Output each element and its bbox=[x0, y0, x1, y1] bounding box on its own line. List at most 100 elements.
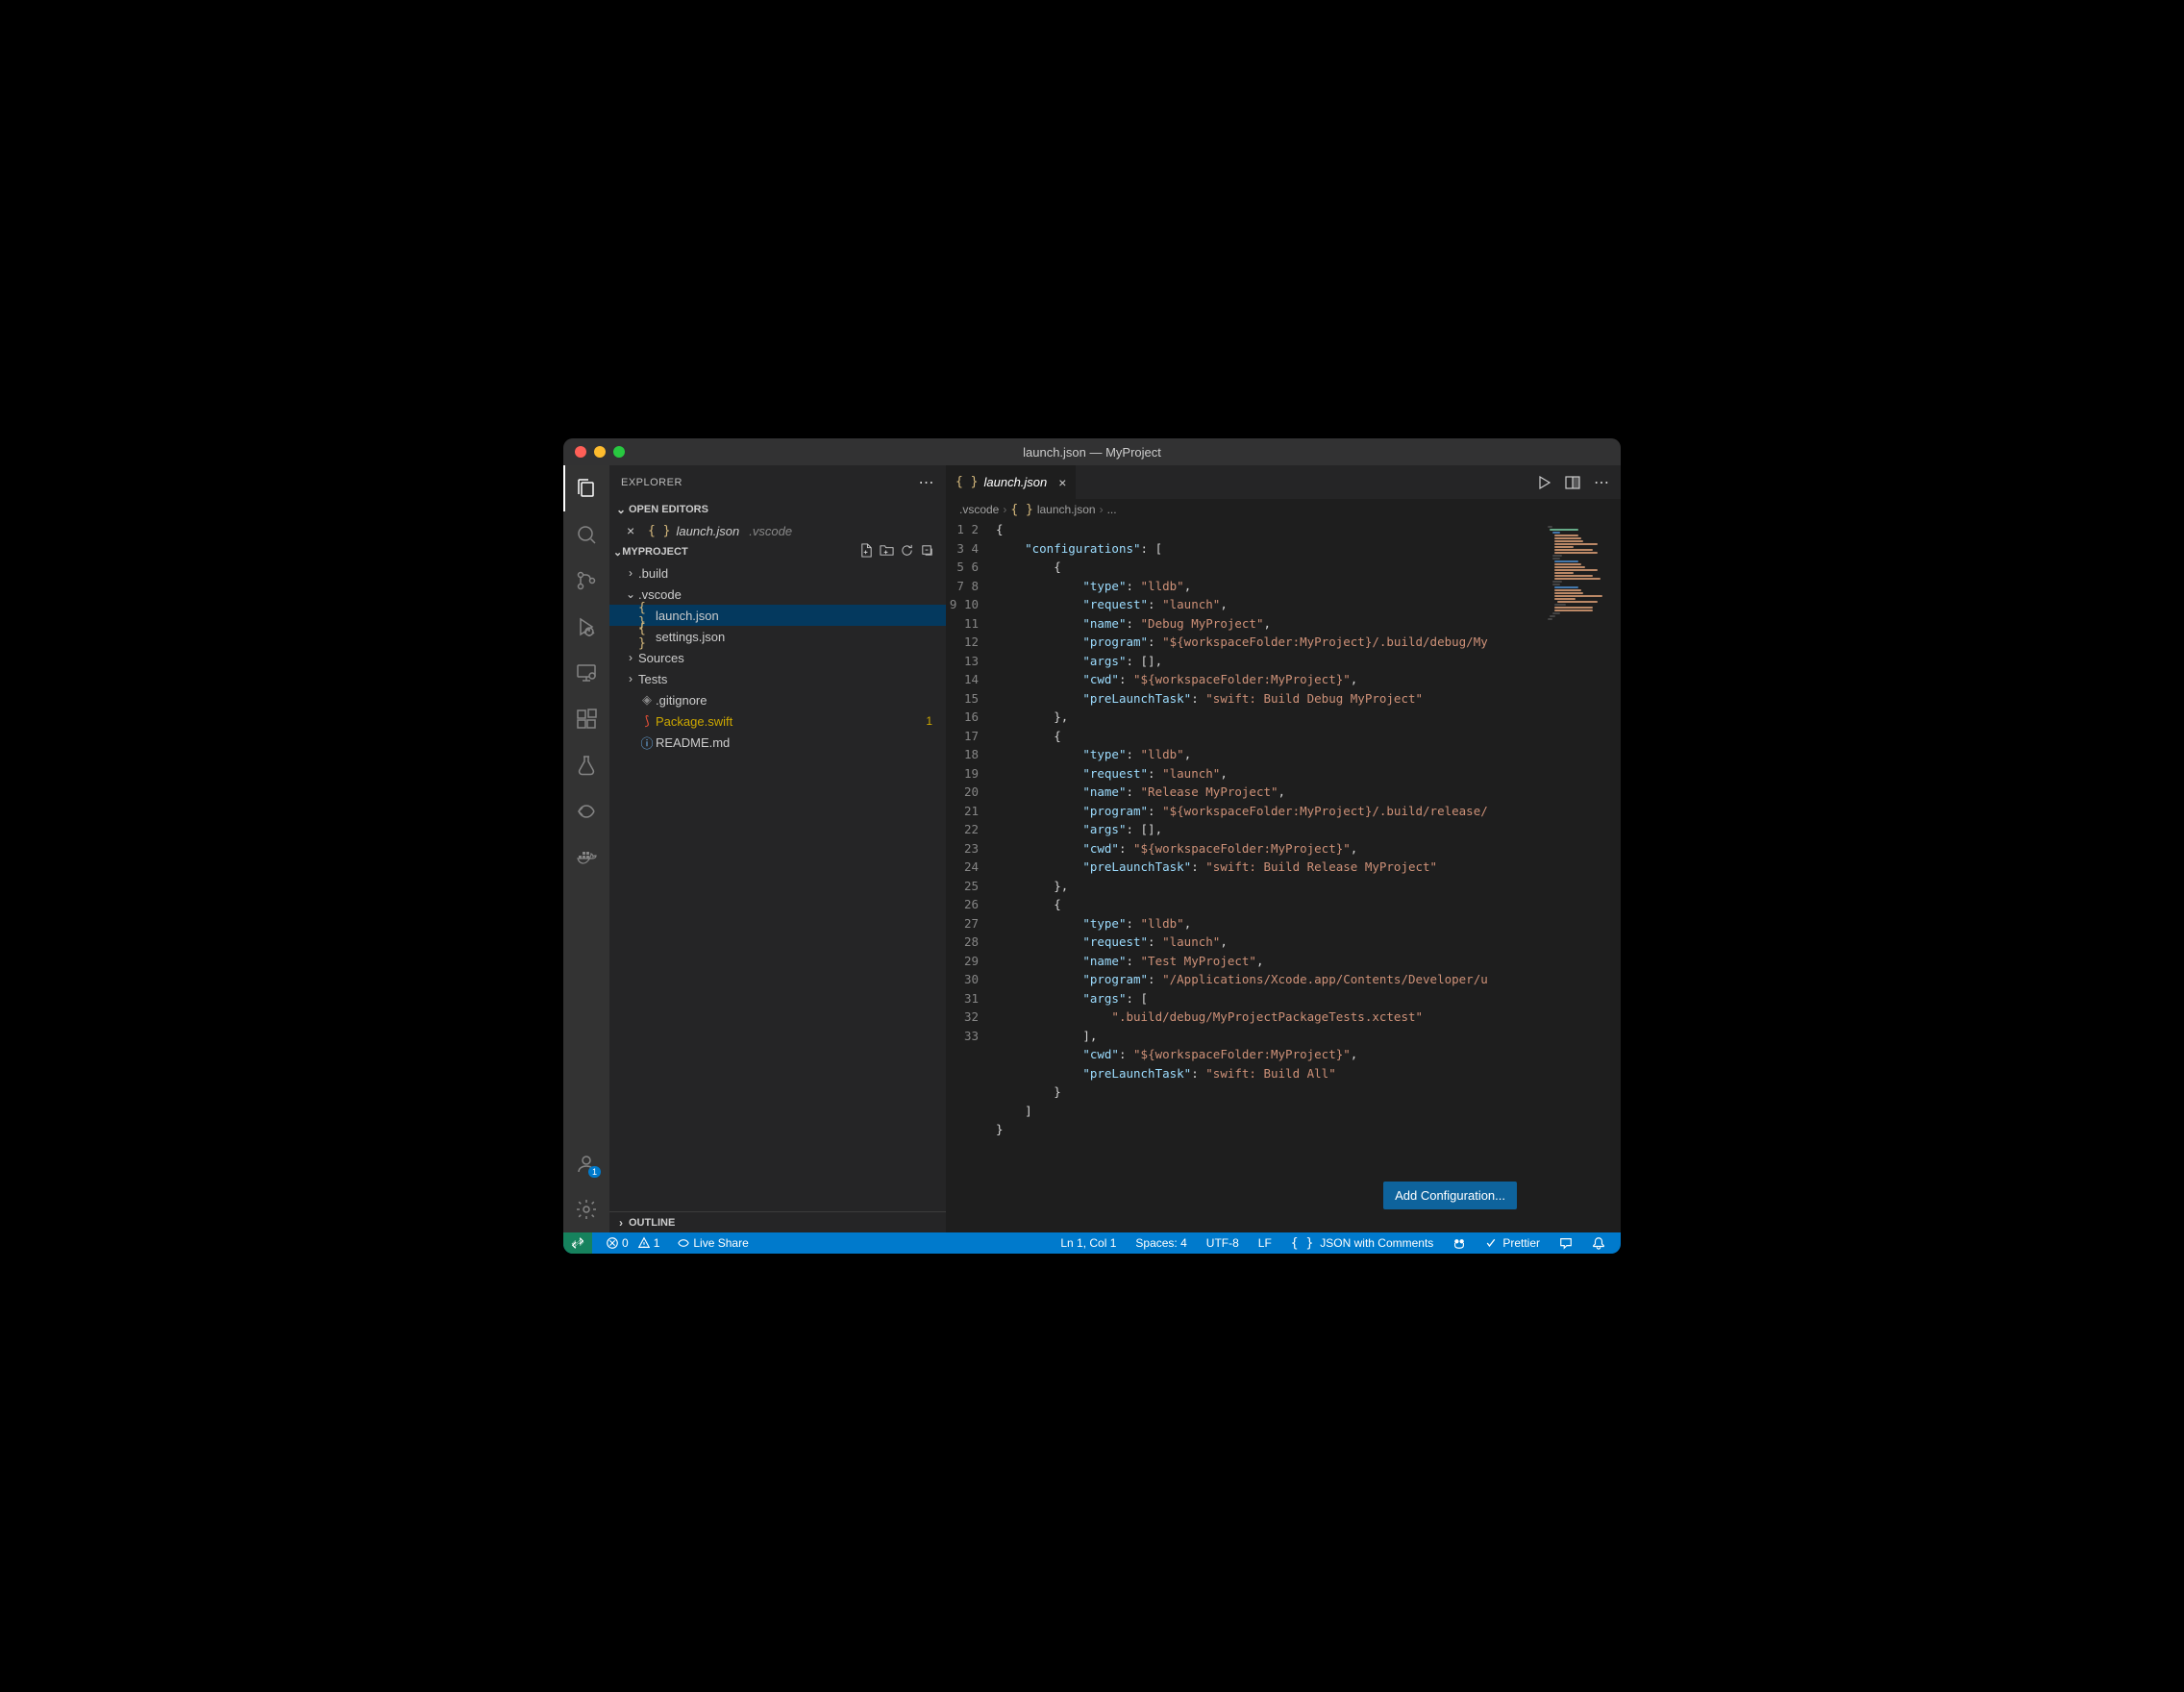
outline-section[interactable]: › OUTLINE bbox=[609, 1211, 946, 1232]
settings-gear-icon[interactable] bbox=[563, 1186, 609, 1232]
tree-label: Sources bbox=[638, 651, 684, 665]
remote-explorer-icon[interactable] bbox=[563, 650, 609, 696]
breadcrumb-folder[interactable]: .vscode bbox=[959, 503, 999, 516]
tree-label: Package.swift bbox=[656, 714, 732, 729]
testing-icon[interactable] bbox=[563, 742, 609, 788]
file-tree: › .build ⌄ .vscode { } launch.json { } s… bbox=[609, 562, 946, 753]
new-folder-icon[interactable] bbox=[880, 543, 894, 560]
run-icon[interactable] bbox=[1536, 475, 1551, 490]
json-file-icon: { } bbox=[648, 524, 670, 538]
chevron-down-icon: ⌄ bbox=[623, 587, 638, 601]
source-control-icon[interactable] bbox=[563, 558, 609, 604]
editor-area: { } launch.json × ⋯ .vscode › { } launch… bbox=[946, 465, 1621, 1232]
sidebar: EXPLORER ⋯ ⌄ OPEN EDITORS × { } launch.j… bbox=[609, 465, 946, 1232]
open-editor-item[interactable]: × { } launch.json .vscode bbox=[609, 520, 946, 541]
breadcrumb-more[interactable]: ... bbox=[1107, 503, 1117, 516]
vscode-window: launch.json — MyProject bbox=[563, 438, 1621, 1254]
live-share-label: Live Share bbox=[693, 1236, 748, 1250]
tree-file-gitignore[interactable]: ◈ .gitignore bbox=[609, 689, 946, 710]
tree-file-readme[interactable]: ⓘ README.md bbox=[609, 732, 946, 753]
close-icon[interactable]: × bbox=[1058, 475, 1066, 490]
chevron-right-icon: › bbox=[613, 1216, 629, 1230]
tree-label: settings.json bbox=[656, 630, 725, 644]
explorer-icon[interactable] bbox=[563, 465, 609, 511]
tree-folder-vscode[interactable]: ⌄ .vscode bbox=[609, 584, 946, 605]
close-window-button[interactable] bbox=[575, 446, 586, 458]
breadcrumb-file[interactable]: launch.json bbox=[1037, 503, 1096, 516]
breadcrumb[interactable]: .vscode › { } launch.json › ... bbox=[946, 499, 1621, 520]
split-editor-icon[interactable] bbox=[1565, 475, 1580, 490]
new-file-icon[interactable] bbox=[859, 543, 874, 560]
eol[interactable]: LF bbox=[1254, 1236, 1276, 1250]
activity-bar-bottom: 1 bbox=[563, 1140, 609, 1232]
open-editors-section[interactable]: ⌄ OPEN EDITORS bbox=[609, 499, 946, 520]
status-bar-left: 0 1 Live Share bbox=[563, 1232, 753, 1254]
search-icon[interactable] bbox=[563, 511, 609, 558]
maximize-window-button[interactable] bbox=[613, 446, 625, 458]
cursor-position[interactable]: Ln 1, Col 1 bbox=[1056, 1236, 1120, 1250]
tree-folder-build[interactable]: › .build bbox=[609, 562, 946, 584]
sidebar-title: EXPLORER bbox=[621, 477, 682, 488]
status-bar-right: Ln 1, Col 1 Spaces: 4 UTF-8 LF { } JSON … bbox=[1056, 1236, 1621, 1251]
modification-badge: 1 bbox=[926, 714, 946, 728]
editor-tab[interactable]: { } launch.json × bbox=[946, 465, 1077, 499]
status-bar: 0 1 Live Share Ln 1, Col 1 Spaces: 4 UTF… bbox=[563, 1232, 1621, 1254]
titlebar: launch.json — MyProject bbox=[563, 438, 1621, 465]
open-editor-filename: launch.json bbox=[676, 524, 739, 538]
add-configuration-button[interactable]: Add Configuration... bbox=[1383, 1182, 1517, 1209]
tab-filename: launch.json bbox=[983, 475, 1047, 489]
account-badge: 1 bbox=[588, 1166, 601, 1178]
tree-file-settings[interactable]: { } settings.json bbox=[609, 626, 946, 647]
language-mode[interactable]: { } JSON with Comments bbox=[1287, 1236, 1438, 1251]
tree-label: Tests bbox=[638, 672, 667, 686]
project-section[interactable]: ⌄ MYPROJECT bbox=[609, 541, 946, 562]
accounts-icon[interactable]: 1 bbox=[563, 1140, 609, 1186]
project-name: MYPROJECT bbox=[622, 546, 687, 558]
sidebar-more-icon[interactable]: ⋯ bbox=[919, 473, 935, 492]
traffic-lights bbox=[563, 446, 625, 458]
indentation[interactable]: Spaces: 4 bbox=[1131, 1236, 1190, 1250]
tree-label: .vscode bbox=[638, 587, 682, 602]
feedback-icon[interactable] bbox=[1555, 1236, 1576, 1250]
problems-indicator[interactable]: 0 1 bbox=[602, 1236, 663, 1250]
tree-file-package[interactable]: ⟆ Package.swift 1 bbox=[609, 710, 946, 732]
activity-bar-top bbox=[563, 465, 609, 1140]
chevron-down-icon: ⌄ bbox=[613, 546, 622, 559]
main-area: 1 EXPLORER ⋯ ⌄ OPEN EDITORS × { } launch… bbox=[563, 465, 1621, 1232]
tree-folder-sources[interactable]: › Sources bbox=[609, 647, 946, 668]
outline-label: OUTLINE bbox=[629, 1217, 675, 1229]
chevron-right-icon: › bbox=[623, 566, 638, 580]
prettier-status[interactable]: Prettier bbox=[1481, 1236, 1544, 1250]
docker-icon[interactable] bbox=[563, 834, 609, 881]
minimap[interactable] bbox=[1544, 520, 1621, 1232]
line-number-gutter: 1 2 3 4 5 6 7 8 9 10 11 12 13 14 15 16 1… bbox=[946, 520, 996, 1232]
tree-label: .gitignore bbox=[656, 693, 707, 708]
open-editors-label: OPEN EDITORS bbox=[629, 504, 708, 515]
minimize-window-button[interactable] bbox=[594, 446, 606, 458]
remote-indicator[interactable] bbox=[563, 1232, 592, 1254]
editor-body[interactable]: 1 2 3 4 5 6 7 8 9 10 11 12 13 14 15 16 1… bbox=[946, 520, 1621, 1232]
project-actions bbox=[859, 543, 942, 560]
more-actions-icon[interactable]: ⋯ bbox=[1594, 473, 1609, 492]
extensions-icon[interactable] bbox=[563, 696, 609, 742]
collapse-all-icon[interactable] bbox=[920, 543, 934, 560]
breadcrumb-separator: › bbox=[1100, 503, 1104, 516]
run-debug-icon[interactable] bbox=[563, 604, 609, 650]
notifications-icon[interactable] bbox=[1588, 1236, 1609, 1250]
copilot-status[interactable] bbox=[1449, 1236, 1470, 1250]
code-content[interactable]: { "configurations": [ { "type": "lldb", … bbox=[996, 520, 1544, 1232]
close-icon[interactable]: × bbox=[627, 523, 642, 538]
info-file-icon: ⓘ bbox=[638, 734, 656, 752]
prettier-label: Prettier bbox=[1502, 1236, 1540, 1250]
tree-folder-tests[interactable]: › Tests bbox=[609, 668, 946, 689]
json-mode-icon: { } bbox=[1291, 1236, 1313, 1251]
live-share-icon[interactable] bbox=[563, 788, 609, 834]
chevron-down-icon: ⌄ bbox=[613, 503, 629, 516]
encoding[interactable]: UTF-8 bbox=[1203, 1236, 1243, 1250]
tree-file-launch[interactable]: { } launch.json bbox=[609, 605, 946, 626]
error-count: 0 bbox=[622, 1236, 629, 1250]
refresh-icon[interactable] bbox=[900, 543, 914, 560]
live-share-status[interactable]: Live Share bbox=[673, 1236, 752, 1250]
breadcrumb-separator: › bbox=[1003, 503, 1006, 516]
tree-label: .build bbox=[638, 566, 668, 581]
